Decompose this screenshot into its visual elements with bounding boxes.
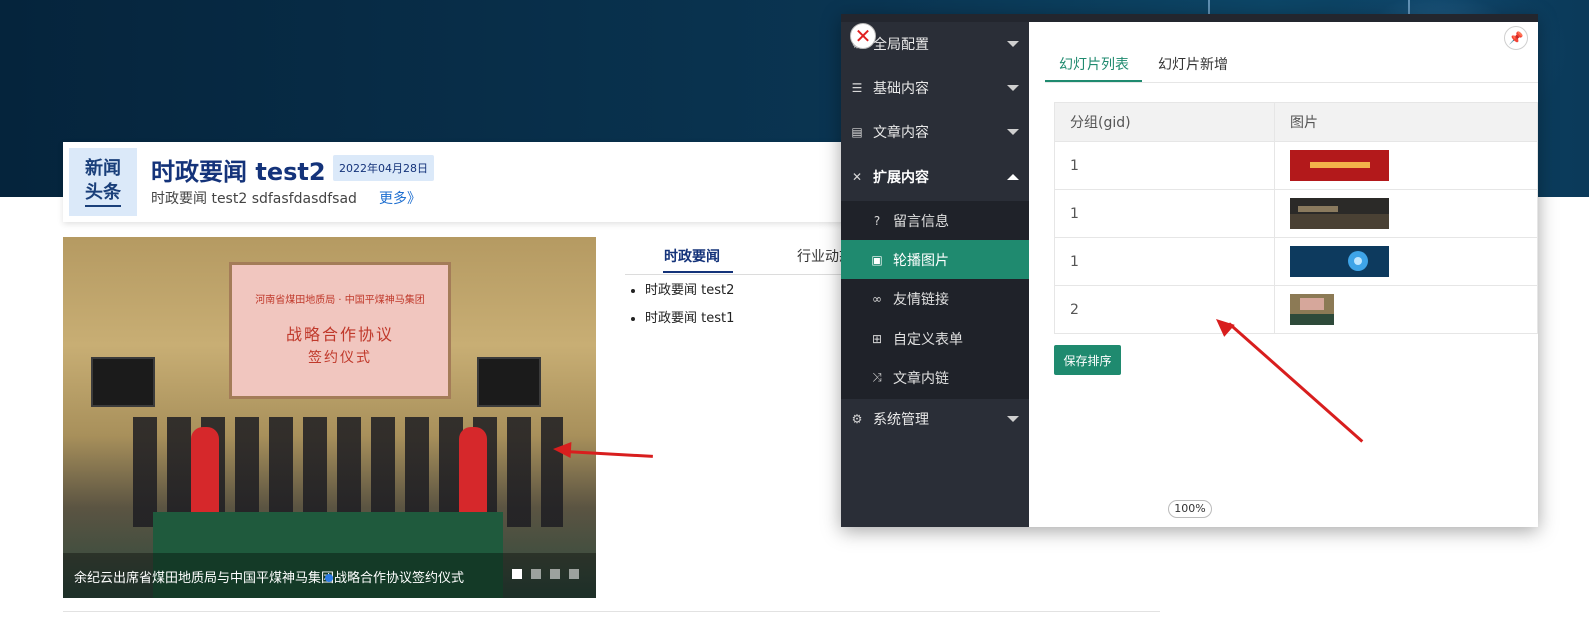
sidebar-subitem-label: 文章内链 bbox=[893, 370, 949, 387]
sidebar-item-label: 文章内容 bbox=[873, 125, 929, 141]
sidebar-subitem-label: 留言信息 bbox=[893, 213, 949, 230]
sidebar-item-label: 全局配置 bbox=[873, 37, 929, 53]
projector-screen: 河南省煤田地质局 · 中国平煤神马集团 战略合作协议 签约仪式 bbox=[229, 262, 451, 399]
tv-left bbox=[91, 357, 155, 407]
sidebar-subitem-label: 自定义表单 bbox=[893, 331, 963, 348]
tab-politics[interactable]: 时政要闻 bbox=[664, 246, 720, 266]
sidebar-subitem-custom-forms[interactable]: ⊞ 自定义表单 bbox=[841, 319, 1029, 358]
sidebar-item-label: 系统管理 bbox=[873, 412, 929, 428]
sidebar-item-system[interactable]: ⚙ 系统管理 bbox=[841, 399, 1029, 439]
tab-underline bbox=[1045, 80, 1142, 82]
document-icon: ▤ bbox=[851, 125, 863, 139]
chevron-down-icon bbox=[1007, 41, 1019, 47]
news-badge-line2: 头条 bbox=[85, 181, 121, 207]
gid-cell: 1 bbox=[1054, 189, 1275, 238]
sidebar-subitem-label: 友情链接 bbox=[893, 291, 949, 308]
sidebar-item-label: 基础内容 bbox=[873, 81, 929, 97]
sidebar-item-article-content[interactable]: ▤ 文章内容 bbox=[841, 112, 1029, 152]
column-header-gid: 分组(gid) bbox=[1054, 102, 1275, 142]
slide-thumbnail[interactable] bbox=[1290, 246, 1389, 277]
tab-slide-list[interactable]: 幻灯片列表 bbox=[1059, 54, 1129, 74]
admin-topbar bbox=[841, 14, 1538, 22]
sidebar-subitem-slides[interactable]: ▣ 轮播图片 bbox=[841, 240, 1029, 279]
close-icon[interactable]: ✕ bbox=[850, 23, 876, 49]
chevron-up-icon bbox=[1007, 174, 1019, 180]
save-order-button[interactable]: 保存排序 bbox=[1054, 345, 1121, 375]
sidebar-subitem-links[interactable]: ∞ 友情链接 bbox=[841, 279, 1029, 318]
screen-text-line2: 战略合作协议 bbox=[285, 325, 394, 344]
screen-text-line3: 签约仪式 bbox=[308, 350, 372, 366]
screen-text-line1: 河南省煤田地质局 · 中国平煤神马集团 bbox=[255, 295, 425, 306]
plus-square-icon: ⊞ bbox=[871, 331, 883, 346]
list-item[interactable]: 时政要闻 test1 bbox=[645, 307, 734, 326]
sidebar-item-basic-content[interactable]: ☰ 基础内容 bbox=[841, 68, 1029, 108]
zoom-indicator: 100% bbox=[1168, 500, 1212, 518]
sidebar-subitem-inner-links[interactable]: ⤨ 文章内链 bbox=[841, 358, 1029, 397]
table-row[interactable]: 1 bbox=[1054, 237, 1538, 286]
sidebar-subitem-label: 轮播图片 bbox=[893, 252, 949, 269]
news-tabs: 时政要闻 行业动态 bbox=[625, 244, 865, 275]
headline-title[interactable]: 时政要闻 test2 bbox=[151, 152, 326, 187]
chevron-down-icon bbox=[1007, 129, 1019, 135]
divider bbox=[63, 611, 1160, 612]
sliders-icon: ☰ bbox=[851, 81, 863, 95]
admin-sidebar: ⚙ 全局配置 ☰ 基础内容 ▤ 文章内容 ✕ 扩展内容 ? 留言信息 ▣ 轮播图… bbox=[841, 22, 1029, 527]
image-cell bbox=[1274, 141, 1538, 190]
admin-panel: ⚙ 全局配置 ☰ 基础内容 ▤ 文章内容 ✕ 扩展内容 ? 留言信息 ▣ 轮播图… bbox=[841, 14, 1538, 527]
list-item[interactable]: 时政要闻 test2 bbox=[645, 279, 734, 298]
carousel-dot[interactable] bbox=[531, 569, 541, 579]
image-cell bbox=[1274, 285, 1538, 334]
headline-summary: 时政要闻 test2 sdfasfdasdfsad bbox=[151, 191, 357, 207]
table-header-row: 分组(gid) 图片 bbox=[1054, 102, 1538, 142]
annotation-arrowhead bbox=[552, 441, 572, 458]
chevron-down-icon bbox=[1007, 85, 1019, 91]
headline-date: 2022年04月28日 bbox=[333, 155, 434, 181]
table-row[interactable]: 1 bbox=[1054, 141, 1538, 190]
table-row[interactable]: 2 bbox=[1054, 285, 1538, 334]
cursor-indicator bbox=[325, 574, 333, 582]
carousel-dot[interactable] bbox=[512, 569, 522, 579]
more-link[interactable]: 更多》 bbox=[379, 188, 421, 208]
gid-cell: 1 bbox=[1054, 141, 1275, 190]
table-row[interactable]: 1 bbox=[1054, 189, 1538, 238]
admin-content: 📌 幻灯片列表 幻灯片新增 分组(gid) 图片 1 1 1 2 保存排序 10… bbox=[1029, 22, 1538, 527]
gid-cell: 1 bbox=[1054, 237, 1275, 286]
column-header-image: 图片 bbox=[1274, 102, 1538, 142]
carousel-dots bbox=[512, 569, 579, 579]
news-badge: 新闻 头条 bbox=[69, 148, 137, 216]
slide-thumbnail[interactable] bbox=[1290, 198, 1389, 229]
tab-slide-add[interactable]: 幻灯片新增 bbox=[1158, 54, 1228, 74]
content-tabs: 幻灯片列表 幻灯片新增 bbox=[1045, 42, 1538, 83]
slide-thumbnail[interactable] bbox=[1290, 150, 1389, 181]
tv-right bbox=[477, 357, 541, 407]
image-cell bbox=[1274, 189, 1538, 238]
news-list: 时政要闻 test2 时政要闻 test1 bbox=[625, 279, 734, 335]
sidebar-subitem-messages[interactable]: ? 留言信息 bbox=[841, 201, 1029, 240]
question-icon: ? bbox=[873, 213, 881, 228]
slides-table: 分组(gid) 图片 1 1 1 2 bbox=[1054, 102, 1538, 334]
tab-underline bbox=[663, 271, 733, 273]
carousel-dot[interactable] bbox=[550, 569, 560, 579]
carousel-dot[interactable] bbox=[569, 569, 579, 579]
carousel-image[interactable]: 河南省煤田地质局 · 中国平煤神马集团 战略合作协议 签约仪式 余纪云出席省煤田… bbox=[63, 237, 596, 598]
shuffle-icon: ⤨ bbox=[872, 370, 882, 384]
image-icon: ▣ bbox=[871, 252, 883, 267]
sidebar-item-label: 扩展内容 bbox=[873, 170, 929, 186]
expand-icon: ✕ bbox=[851, 170, 863, 184]
gear-icon: ⚙ bbox=[851, 412, 863, 426]
carousel-caption-text: 余纪云出席省煤田地质局与中国平煤神马集团战略合作协议签约仪式 bbox=[74, 571, 465, 586]
image-cell bbox=[1274, 237, 1538, 286]
news-badge-line1: 新闻 bbox=[85, 158, 121, 179]
slide-thumbnail[interactable] bbox=[1290, 294, 1334, 325]
link-icon: ∞ bbox=[872, 291, 882, 306]
sidebar-item-extended-content[interactable]: ✕ 扩展内容 bbox=[841, 157, 1029, 197]
chevron-down-icon bbox=[1007, 416, 1019, 422]
gid-cell: 2 bbox=[1054, 285, 1275, 334]
